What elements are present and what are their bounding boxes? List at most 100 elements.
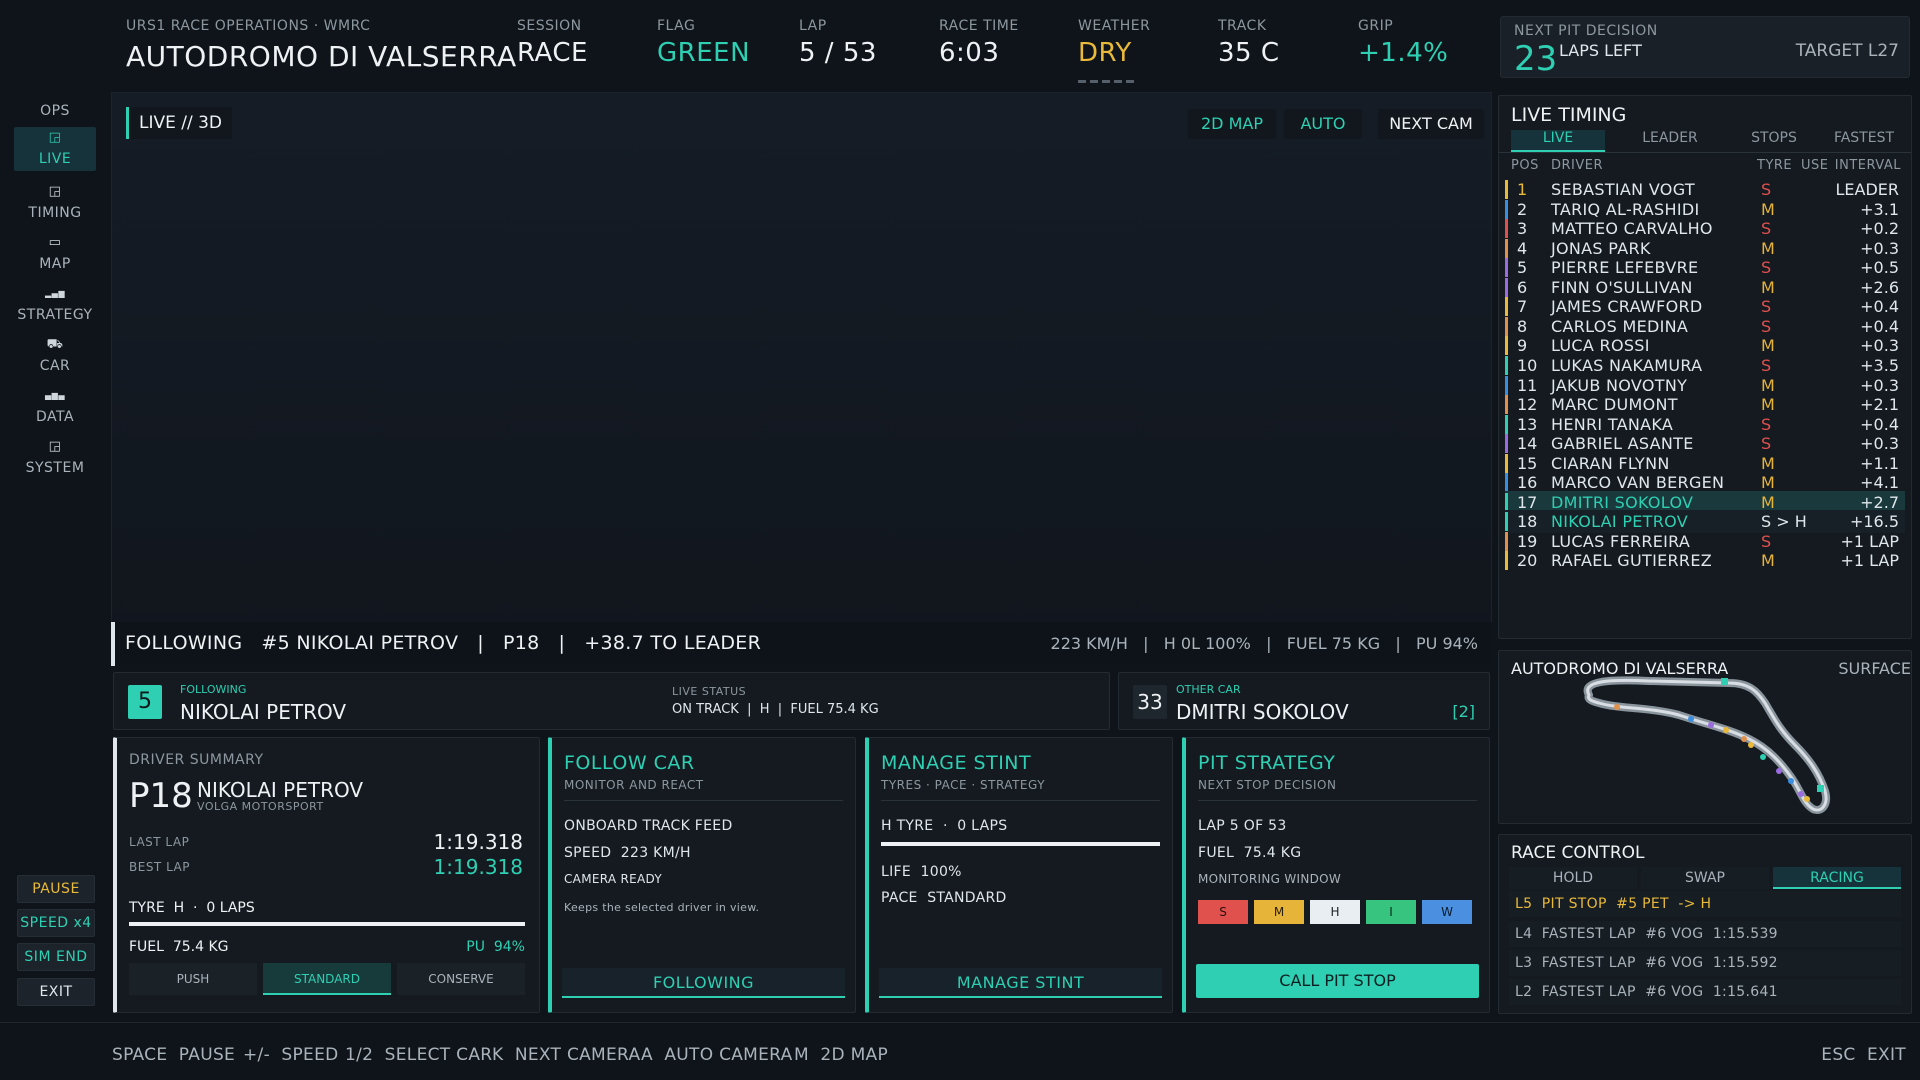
following-button[interactable]: FOLLOWING — [562, 968, 845, 998]
team-color-bar — [1505, 355, 1508, 375]
tab-fastest[interactable]: FASTEST — [1817, 130, 1911, 152]
org-label: URS1 RACE OPERATIONS · WMRC — [126, 18, 371, 34]
compound-medium-button[interactable]: M — [1254, 900, 1304, 924]
map-mode-label[interactable]: SURFACE — [1838, 659, 1911, 678]
timing-driver: SEBASTIAN VOGT — [1551, 180, 1695, 199]
speed-button[interactable]: SPEED x4 — [17, 909, 95, 937]
timing-tyre: S — [1761, 355, 1772, 375]
timing-driver: JAMES CRAWFORD — [1551, 297, 1703, 317]
timing-interval: +2.1 — [1860, 395, 1899, 415]
exit-button[interactable]: EXIT — [17, 978, 95, 1006]
timing-driver: HENRI TANAKA — [1551, 414, 1674, 434]
timing-driver: JONAS PARK — [1551, 238, 1651, 258]
stat-track-temp: TRACK 35 C — [1218, 18, 1280, 68]
live-timing-panel: LIVE TIMING LIVE LEADER STOPS FASTEST PO… — [1498, 95, 1912, 639]
timing-tyre: S — [1761, 316, 1772, 336]
mode-push-button[interactable]: PUSH — [129, 963, 257, 995]
call-pit-stop-button[interactable]: CALL PIT STOP — [1196, 964, 1479, 998]
timing-icon: ◲ — [48, 184, 62, 199]
compound-wet-button[interactable]: W — [1422, 900, 1472, 924]
timing-tyre: M — [1761, 238, 1775, 258]
timing-interval: +1.1 — [1860, 453, 1899, 473]
timing-tyre: M — [1761, 395, 1775, 415]
compound-soft-button[interactable]: S — [1198, 900, 1248, 924]
driver-position: P18 — [129, 776, 193, 816]
live-3d-viewport[interactable]: LIVE // 3D 2D MAP AUTO NEXT CAM — [111, 92, 1492, 666]
rc-racing-button[interactable]: RACING — [1773, 867, 1901, 889]
car-marker — [1688, 716, 1694, 722]
data-icon: ▄▆▄ — [45, 391, 65, 400]
track-title: AUTODROMO DI VALSERRA — [126, 40, 517, 73]
timing-interval: +0.5 — [1860, 258, 1899, 278]
nav-system[interactable]: ◲ SYSTEM — [14, 436, 96, 480]
timing-driver: PIERRE LEFEBVRE — [1551, 258, 1699, 278]
team-color-bar — [1505, 551, 1508, 571]
nav-map[interactable]: ▭ MAP — [14, 232, 96, 276]
team-color-bar — [1505, 453, 1508, 473]
mode-conserve-button[interactable]: CONSERVE — [397, 963, 525, 995]
manage-stint-panel: MANAGE STINT TYRES · PACE · STRATEGY H T… — [865, 737, 1173, 1013]
timing-interval: +16.5 — [1849, 512, 1899, 532]
select-key-hint: [2] — [1452, 702, 1475, 721]
sim-end-button[interactable]: SIM END — [17, 943, 95, 971]
system-icon: ◲ — [48, 439, 62, 454]
compound-hard-button[interactable]: H — [1310, 900, 1360, 924]
timing-interval: +0.4 — [1860, 316, 1899, 336]
track-map-panel[interactable]: AUTODROMO DI VALSERRA SURFACE — [1498, 650, 1912, 824]
timing-driver: LUKAS NAKAMURA — [1551, 355, 1703, 375]
following-car-card[interactable]: 5 FOLLOWING NIKOLAI PETROV LIVE STATUS O… — [113, 672, 1110, 730]
rc-message: L4 FASTEST LAP #6 VOG 1:15.539 — [1509, 921, 1901, 947]
nav-car[interactable]: ⛟ CAR — [14, 334, 96, 378]
timing-pos: 13 — [1517, 414, 1538, 434]
car-marker — [1721, 678, 1728, 685]
rc-message: L3 FASTEST LAP #6 VOG 1:15.592 — [1509, 950, 1901, 976]
nav-live[interactable]: ◲ LIVE — [14, 127, 96, 171]
tab-live[interactable]: LIVE — [1511, 130, 1605, 152]
nav-data[interactable]: ▄▆▄ DATA — [14, 385, 96, 429]
stat-flag: FLAG GREEN — [657, 18, 751, 68]
driver-name: NIKOLAI PETROV — [197, 778, 364, 802]
mode-standard-button[interactable]: STANDARD — [263, 963, 391, 995]
tab-leader[interactable]: LEADER — [1623, 130, 1717, 152]
shortcut-next-camera: K NEXT CAMERA — [492, 1045, 641, 1065]
tab-stops[interactable]: STOPS — [1727, 130, 1821, 152]
car-marker — [1817, 785, 1824, 792]
timing-interval: +2.7 — [1860, 492, 1899, 512]
map-2d-button[interactable]: 2D MAP — [1188, 109, 1276, 139]
timing-driver: DMITRI SOKOLOV — [1551, 492, 1694, 512]
timing-interval: +0.3 — [1860, 238, 1899, 258]
other-car-card[interactable]: 33 OTHER CAR DMITRI SOKOLOV [2] — [1118, 672, 1490, 730]
team-color-bar — [1505, 434, 1508, 454]
timing-driver: MARCO VAN BERGEN — [1551, 473, 1725, 493]
compound-inter-button[interactable]: I — [1366, 900, 1416, 924]
panel-title: MANAGE STINT — [881, 752, 1032, 774]
timing-tyre: M — [1761, 199, 1775, 219]
timing-tyre: S — [1761, 434, 1772, 454]
timing-driver: RAFAEL GUTIERREZ — [1551, 551, 1713, 571]
timing-pos: 1 — [1517, 180, 1528, 199]
timing-tyre: S — [1761, 414, 1772, 434]
timing-pos: 8 — [1517, 316, 1528, 336]
team-color-bar — [1505, 414, 1508, 434]
timing-pos: 9 — [1517, 336, 1528, 356]
pause-button[interactable]: PAUSE — [17, 875, 95, 903]
nav-timing[interactable]: ◲ TIMING — [14, 181, 96, 225]
timing-tyre: M — [1761, 375, 1775, 395]
timing-driver: LUCA ROSSI — [1551, 336, 1650, 356]
stat-session: SESSION RACE — [517, 18, 588, 68]
next-camera-button[interactable]: NEXT CAM — [1378, 109, 1484, 139]
timing-row[interactable]: 20 RAFAEL GUTIERREZ M +1 LAP — [1505, 549, 1905, 572]
timing-pos: 16 — [1517, 473, 1538, 493]
nav-ops[interactable]: OPS — [14, 103, 96, 125]
timing-interval: +0.3 — [1860, 375, 1899, 395]
timing-interval: +2.6 — [1860, 277, 1899, 297]
rc-hold-button[interactable]: HOLD — [1509, 867, 1637, 889]
timing-pos: 12 — [1517, 395, 1538, 415]
live-icon: ◲ — [48, 130, 62, 145]
rc-swap-button[interactable]: SWAP — [1641, 867, 1769, 889]
auto-camera-button[interactable]: AUTO — [1284, 109, 1362, 139]
team-color-bar — [1505, 180, 1508, 199]
manage-stint-button[interactable]: MANAGE STINT — [879, 968, 1162, 998]
nav-strategy[interactable]: ▂▄▆ STRATEGY — [14, 283, 96, 327]
timing-driver: MARC DUMONT — [1551, 395, 1678, 415]
